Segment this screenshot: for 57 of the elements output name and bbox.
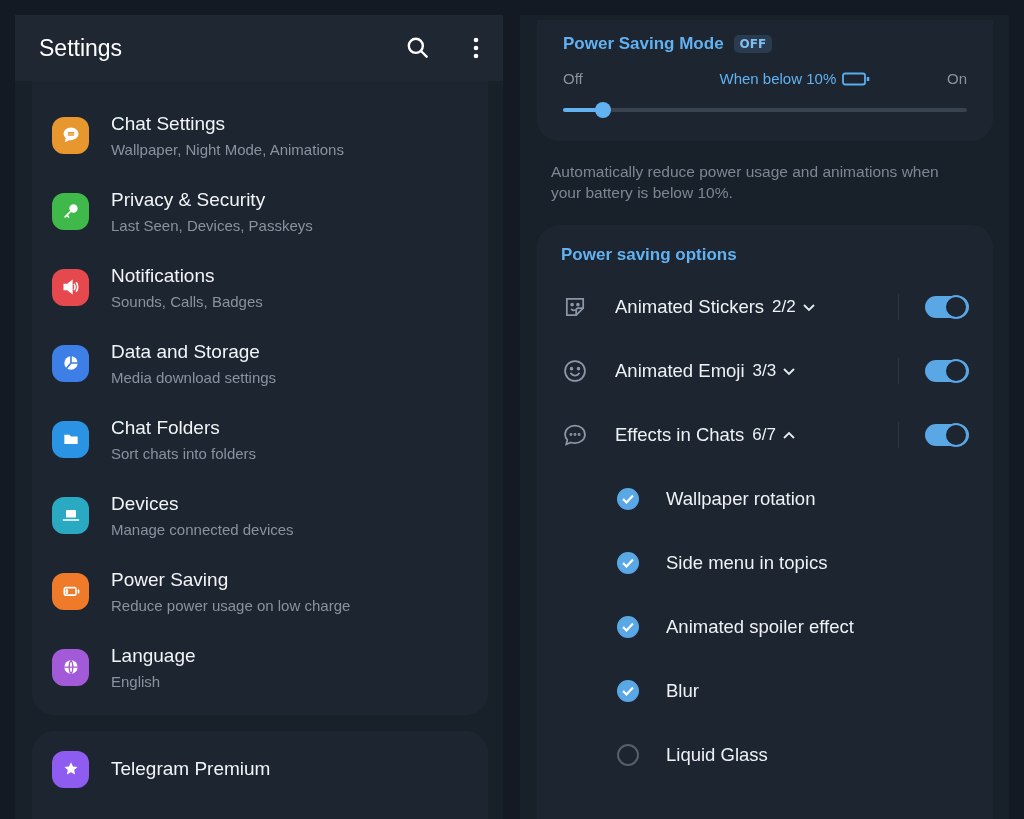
chevron-up-icon[interactable] <box>781 430 796 440</box>
option-label: Blur <box>666 680 699 702</box>
toggle-switch[interactable] <box>925 424 969 446</box>
menu-item-title[interactable]: Language <box>111 644 196 667</box>
option-group-label[interactable]: Animated Stickers <box>615 296 765 318</box>
menu-item-title[interactable]: Chat Settings <box>111 112 344 135</box>
menu-item-subtitle: English <box>111 672 162 690</box>
menu-item-subtitle: Last Seen, Devices, Passkeys <box>111 216 313 234</box>
checkbox[interactable] <box>617 488 639 510</box>
menu-item-subtitle: Reduce power usage on low charge <box>111 596 351 614</box>
slider-label: Off <box>563 70 583 87</box>
slider-label: When below 10% <box>719 70 837 87</box>
checkmark-icon <box>621 685 635 697</box>
checkbox[interactable] <box>617 744 639 766</box>
screen-title: Settings <box>39 34 123 62</box>
option-count: 2/2 <box>772 297 796 317</box>
option-group-label[interactable]: Animated Emoji <box>615 360 745 382</box>
checkmark-icon <box>621 557 635 569</box>
checkbox[interactable] <box>617 616 639 638</box>
menu-item-title[interactable]: Notifications <box>111 264 263 287</box>
menu-item-subtitle: Manage connected devices <box>111 520 294 538</box>
checkmark-icon <box>621 621 635 633</box>
battery-icon <box>842 71 871 86</box>
option-count: 3/3 <box>752 361 777 381</box>
option-label: Side menu in topics <box>666 552 828 574</box>
checkbox[interactable] <box>617 552 639 574</box>
option-label: Liquid Glass <box>666 744 768 766</box>
menu-item-subtitle: Media download settings <box>111 368 277 386</box>
option-label: Animated spoiler effect <box>666 616 854 638</box>
menu-item-title[interactable]: Telegram Premium <box>111 758 271 780</box>
description-text: Automatically reduce power usage and animations when your battery is below 10%. <box>551 162 940 203</box>
checkmark-icon <box>621 493 635 505</box>
menu-item-title[interactable]: Devices <box>111 492 294 515</box>
slider-label: On <box>946 70 967 87</box>
option-label: Wallpaper rotation <box>666 488 816 510</box>
menu-item-title[interactable]: Power Saving <box>111 568 351 591</box>
power-slider[interactable] <box>563 101 967 119</box>
more-menu-icon[interactable] <box>471 36 481 60</box>
menu-item-title[interactable]: Chat Folders <box>111 416 257 439</box>
search-icon[interactable] <box>405 35 431 61</box>
section-title: Power Saving Mode <box>563 34 724 54</box>
menu-item-subtitle: Sounds, Calls, Badges <box>111 292 263 310</box>
menu-item-subtitle: Sort chats into folders <box>111 444 257 462</box>
toggle-switch[interactable] <box>925 296 969 318</box>
toggle-switch[interactable] <box>925 360 969 382</box>
slider-thumb[interactable] <box>595 102 612 118</box>
option-group-label[interactable]: Effects in Chats <box>615 424 745 446</box>
menu-item-subtitle: Wallpaper, Night Mode, Animations <box>111 140 344 158</box>
chevron-down-icon[interactable] <box>801 302 816 312</box>
chevron-down-icon[interactable] <box>782 366 797 376</box>
option-count: 6/7 <box>752 425 776 445</box>
status-badge: OFF <box>733 35 773 53</box>
menu-item-title[interactable]: Privacy & Security <box>111 188 313 211</box>
checkbox[interactable] <box>617 680 639 702</box>
section-title: Power saving options <box>561 245 738 265</box>
smiley-icon <box>561 357 589 385</box>
menu-item-title[interactable]: Data and Storage <box>111 340 277 363</box>
